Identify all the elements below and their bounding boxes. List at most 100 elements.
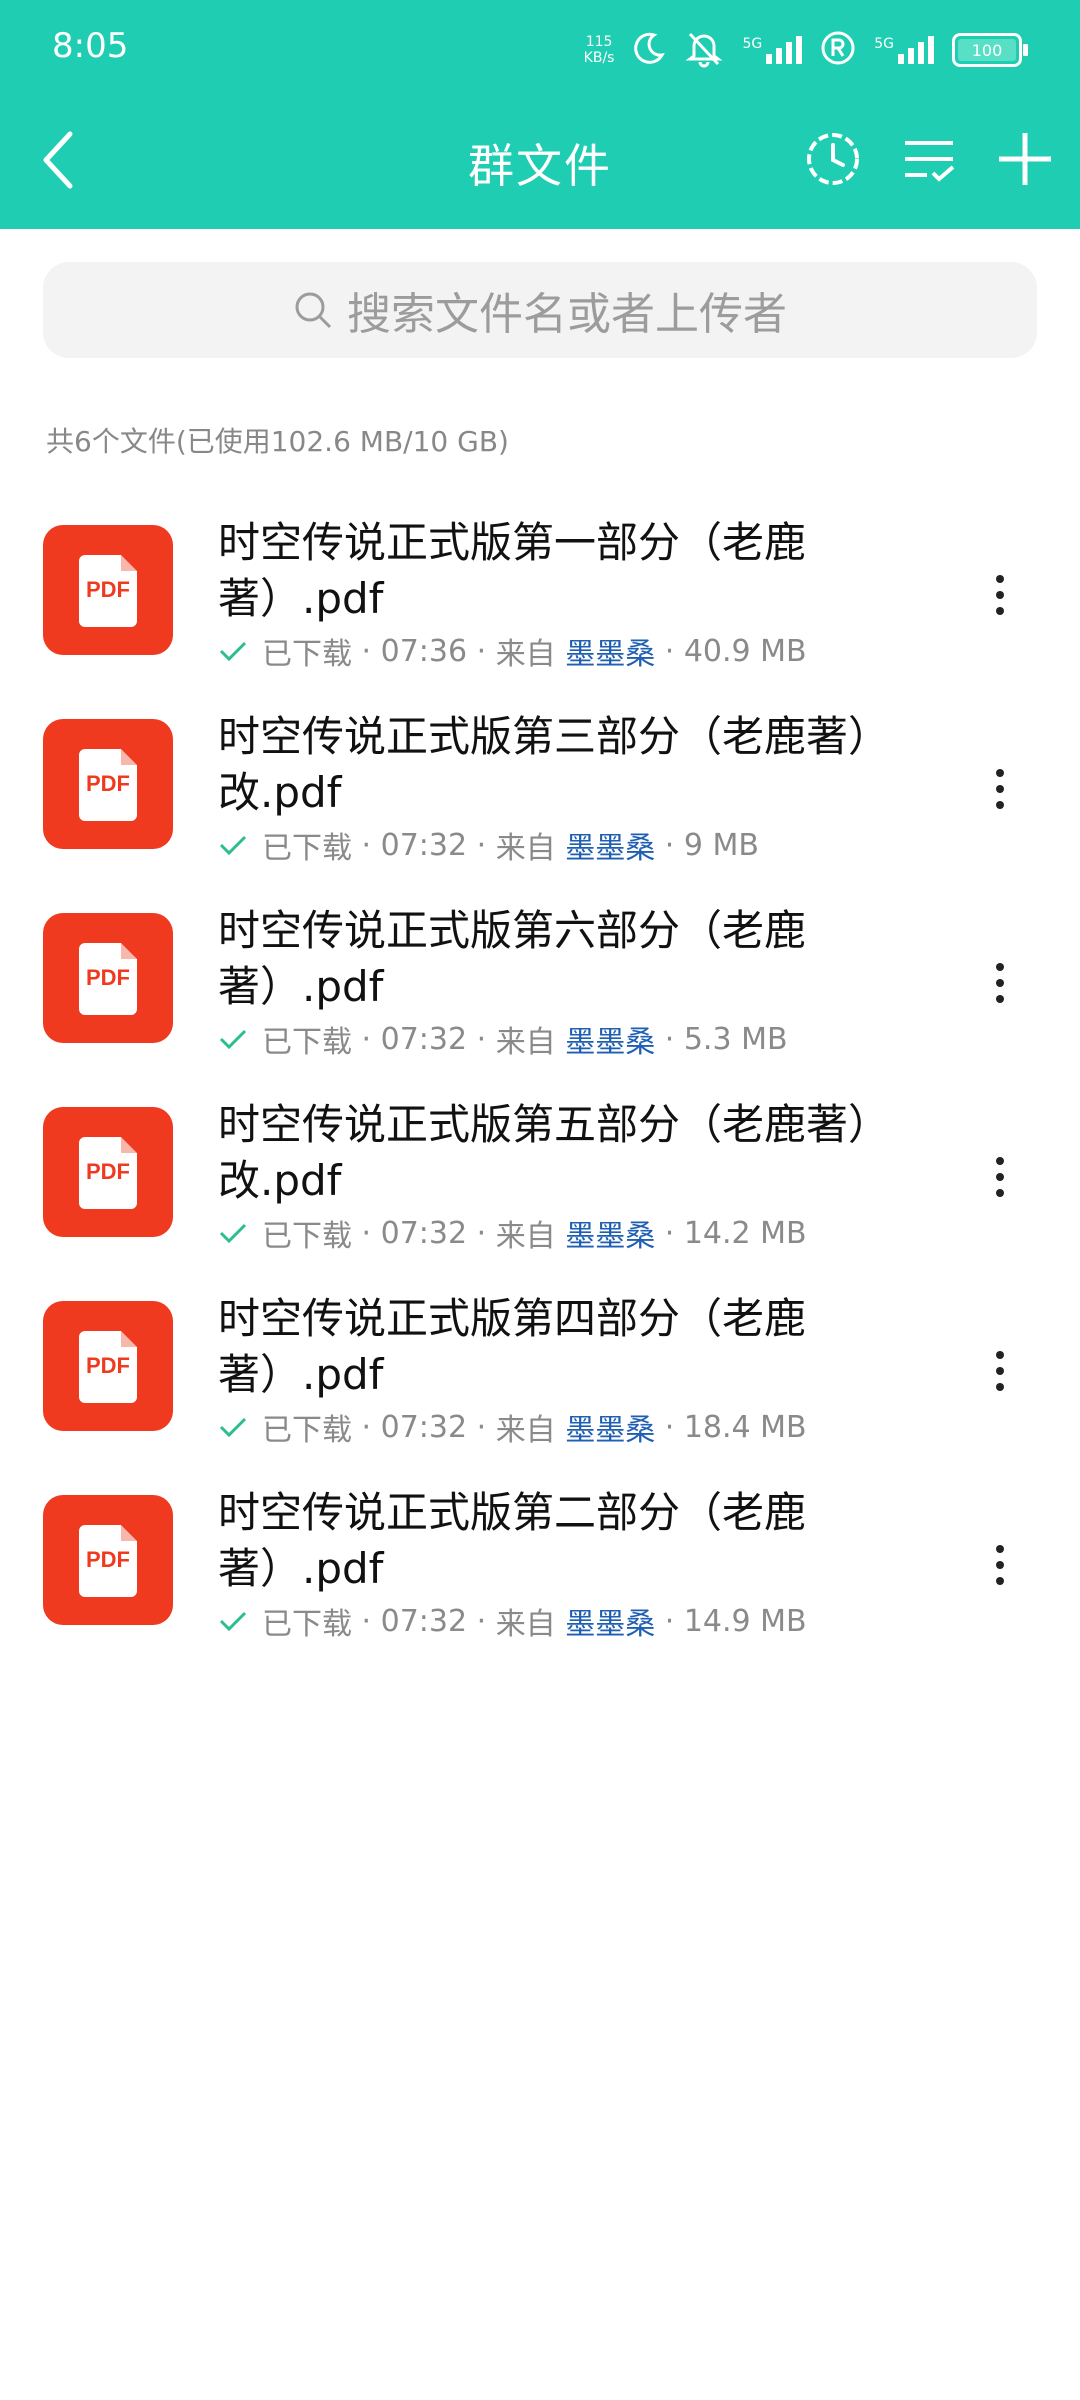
meta-separator: · (352, 827, 381, 863)
history-button[interactable] (800, 126, 866, 192)
search-input[interactable]: 搜索文件名或者上传者 (43, 262, 1037, 358)
search-icon (295, 292, 332, 329)
more-vertical-icon (996, 1157, 1004, 1197)
from-label: 来自 (495, 637, 556, 672)
file-meta: 已下载 · 07:32 · 来自 墨墨桑 · 14.2 MB (218, 1211, 807, 1255)
meta-separator: · (352, 1215, 381, 1251)
signal-icon: 5G (874, 36, 934, 64)
file-size: 18.4 MB (683, 1409, 807, 1445)
more-options-button[interactable] (970, 749, 1030, 829)
upload-time: 07:32 (380, 827, 468, 863)
clock-history-icon (807, 133, 859, 185)
sender-link[interactable]: 墨墨桑 (565, 629, 655, 673)
sender-link[interactable]: 墨墨桑 (565, 1405, 655, 1449)
file-list-item[interactable]: PDF 时空传说正式版第一部分（老鹿著）.pdf 已下载 · 07:36 · 来自 … (0, 515, 1080, 705)
download-status: 已下载 (262, 1025, 352, 1060)
meta-separator: · (352, 1603, 381, 1639)
more-options-button[interactable] (970, 1331, 1030, 1411)
more-options-button[interactable] (970, 1525, 1030, 1605)
meta-separator: · (467, 1409, 496, 1445)
meta-separator: · (655, 633, 684, 669)
file-size: 5.3 MB (683, 1021, 788, 1057)
storage-summary: 共6个文件(已使用102.6 MB/10 GB) (46, 425, 509, 458)
file-size: 14.2 MB (683, 1215, 807, 1251)
sender-link[interactable]: 墨墨桑 (565, 1211, 655, 1255)
meta-separator (556, 1022, 566, 1057)
file-list-item[interactable]: PDF 时空传说正式版第四部分（老鹿著）.pdf 已下载 · 07:32 · 来自 … (0, 1291, 1080, 1481)
signal-icon: 5G (742, 36, 803, 64)
upload-time: 07:36 (380, 633, 468, 669)
meta-separator: · (655, 1215, 684, 1251)
meta-separator: · (655, 1603, 684, 1639)
status-icons: 115 KB/s 5G 5G 100 (583, 22, 1028, 78)
sort-button[interactable] (896, 126, 962, 192)
bell-off-icon (684, 28, 724, 72)
sender-link[interactable]: 墨墨桑 (565, 823, 655, 867)
add-button[interactable] (992, 126, 1058, 192)
sender-link[interactable]: 墨墨桑 (565, 1017, 655, 1061)
file-size: 40.9 MB (683, 633, 807, 669)
meta-separator: · (467, 827, 496, 863)
pdf-icon: PDF (43, 719, 173, 849)
file-list-item[interactable]: PDF 时空传说正式版第三部分（老鹿著）改.pdf 已下载 · 07:32 · 来自… (0, 709, 1080, 899)
meta-separator: · (655, 1021, 684, 1057)
pdf-icon: PDF (43, 1301, 173, 1431)
file-list-item[interactable]: PDF 时空传说正式版第二部分（老鹿著）.pdf 已下载 · 07:32 · 来自 … (0, 1485, 1080, 1675)
upload-time: 07:32 (380, 1603, 468, 1639)
meta-separator: · (467, 1603, 496, 1639)
more-vertical-icon (996, 963, 1004, 1003)
meta-separator (556, 828, 566, 863)
pdf-icon: PDF (43, 525, 173, 655)
file-meta: 已下载 · 07:36 · 来自 墨墨桑 · 40.9 MB (218, 629, 807, 673)
check-icon (219, 1611, 247, 1632)
moon-icon (632, 31, 666, 69)
more-vertical-icon (996, 1351, 1004, 1391)
meta-separator: · (352, 633, 381, 669)
r-circle-icon (820, 30, 856, 70)
file-name: 时空传说正式版第五部分（老鹿著）改.pdf (218, 1100, 891, 1205)
net-speed: 115 KB/s (583, 34, 615, 66)
upload-time: 07:32 (380, 1021, 468, 1057)
file-list-item[interactable]: PDF 时空传说正式版第五部分（老鹿著）改.pdf 已下载 · 07:32 · 来自… (0, 1097, 1080, 1287)
meta-separator: · (467, 1215, 496, 1251)
plus-icon (999, 133, 1051, 185)
download-status: 已下载 (262, 637, 352, 672)
meta-separator: · (655, 827, 684, 863)
pdf-icon: PDF (43, 1495, 173, 1625)
download-status: 已下载 (262, 831, 352, 866)
download-status: 已下载 (262, 1413, 352, 1448)
meta-separator (556, 1410, 566, 1445)
from-label: 来自 (495, 1219, 556, 1254)
check-icon (219, 1029, 247, 1050)
more-options-button[interactable] (970, 555, 1030, 635)
check-icon (219, 1417, 247, 1438)
pdf-icon: PDF (43, 913, 173, 1043)
sender-link[interactable]: 墨墨桑 (565, 1599, 655, 1643)
file-name: 时空传说正式版第四部分（老鹿著）.pdf (218, 1294, 807, 1399)
meta-separator: · (467, 1021, 496, 1057)
upload-time: 07:32 (380, 1409, 468, 1445)
file-meta: 已下载 · 07:32 · 来自 墨墨桑 · 18.4 MB (218, 1405, 807, 1449)
file-meta: 已下载 · 07:32 · 来自 墨墨桑 · 5.3 MB (218, 1017, 788, 1061)
more-options-button[interactable] (970, 943, 1030, 1023)
from-label: 来自 (495, 1025, 556, 1060)
status-time: 8:05 (52, 26, 129, 66)
more-vertical-icon (996, 1545, 1004, 1585)
more-vertical-icon (996, 769, 1004, 809)
file-meta: 已下载 · 07:32 · 来自 墨墨桑 · 14.9 MB (218, 1599, 807, 1643)
file-size: 14.9 MB (683, 1603, 807, 1639)
search-placeholder: 搜索文件名或者上传者 (347, 289, 787, 340)
check-icon (219, 641, 247, 662)
download-status: 已下载 (262, 1607, 352, 1642)
more-options-button[interactable] (970, 1137, 1030, 1217)
sort-list-icon (905, 141, 955, 182)
download-status: 已下载 (262, 1219, 352, 1254)
meta-separator (556, 1604, 566, 1639)
file-name: 时空传说正式版第六部分（老鹿著）.pdf (218, 906, 807, 1011)
file-name: 时空传说正式版第一部分（老鹿著）.pdf (218, 518, 807, 623)
meta-separator: · (467, 633, 496, 669)
file-name: 时空传说正式版第二部分（老鹿著）.pdf (218, 1488, 807, 1593)
meta-separator (556, 1216, 566, 1251)
file-name: 时空传说正式版第三部分（老鹿著）改.pdf (218, 712, 891, 817)
file-list-item[interactable]: PDF 时空传说正式版第六部分（老鹿著）.pdf 已下载 · 07:32 · 来自 … (0, 903, 1080, 1093)
